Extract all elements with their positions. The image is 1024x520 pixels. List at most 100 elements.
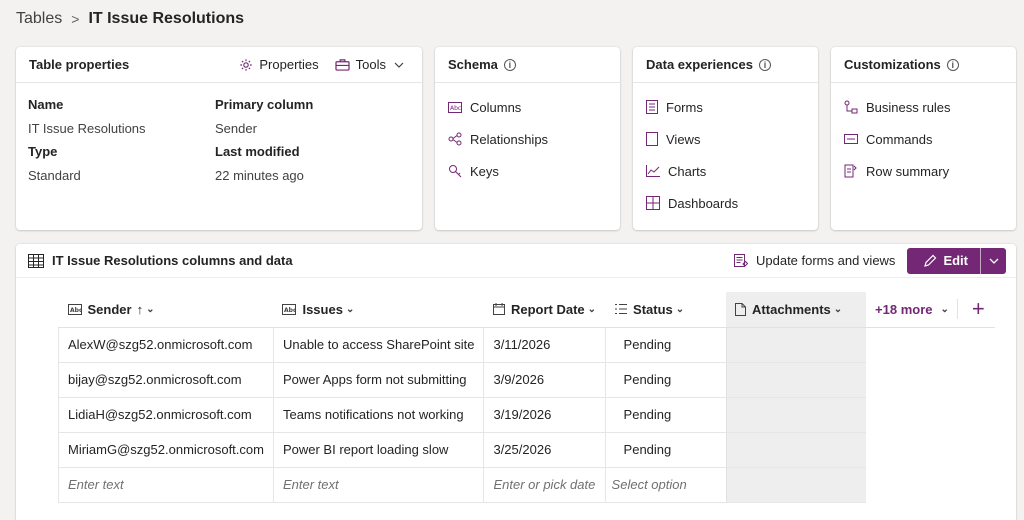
dashboards-link[interactable]: Dashboards — [646, 187, 818, 219]
tools-label: Tools — [355, 57, 386, 72]
new-row[interactable]: Enter text Enter text Enter or pick date… — [58, 467, 996, 503]
report-date-cell[interactable]: 3/11/2026 — [483, 327, 606, 363]
sender-new-input[interactable]: Enter text — [58, 467, 274, 503]
issues-cell[interactable]: Teams notifications not working — [272, 397, 484, 433]
breadcrumb-separator: > — [71, 11, 80, 27]
data-experiences-card: Data experiences i Forms Views Charts Da… — [633, 47, 818, 230]
update-forms-icon — [733, 253, 748, 267]
table-row[interactable]: AlexW@szg52.onmicrosoft.com Unable to ac… — [58, 327, 996, 363]
calendar-icon — [492, 303, 505, 316]
business-rules-link[interactable]: Business rules — [844, 91, 1016, 123]
charts-link[interactable]: Charts — [646, 155, 818, 187]
schema-columns-link[interactable]: Abc Columns — [448, 91, 620, 123]
sender-cell[interactable]: bijay@szg52.onmicrosoft.com — [58, 362, 274, 398]
table-row[interactable]: bijay@szg52.onmicrosoft.com Power Apps f… — [58, 362, 996, 398]
gear-icon — [240, 58, 253, 71]
update-forms-and-views-button[interactable]: Update forms and views — [733, 253, 896, 268]
chevron-down-icon: ⌄ — [833, 303, 843, 315]
form-icon — [646, 100, 658, 114]
column-header-sender-label: Sender — [87, 301, 132, 317]
status-cell[interactable]: Pending — [604, 432, 727, 468]
table-grid-icon — [28, 253, 44, 268]
type-value: Standard — [28, 168, 81, 183]
report-date-cell[interactable]: 3/9/2026 — [483, 362, 606, 398]
sender-cell[interactable]: LidiaH@szg52.onmicrosoft.com — [58, 397, 274, 433]
add-column-button[interactable]: + — [956, 298, 985, 320]
edit-label: Edit — [943, 253, 968, 268]
info-icon[interactable]: i — [503, 58, 516, 71]
commands-label: Commands — [866, 131, 933, 147]
schema-keys-link[interactable]: Keys — [448, 155, 620, 187]
table-row[interactable]: LidiaH@szg52.onmicrosoft.com Teams notif… — [58, 397, 996, 433]
attachments-cell[interactable] — [725, 327, 867, 363]
sender-cell[interactable]: AlexW@szg52.onmicrosoft.com — [58, 327, 274, 363]
tools-button[interactable]: Tools — [335, 57, 410, 72]
row-summary-label: Row summary — [866, 163, 950, 179]
issues-cell[interactable]: Power BI report loading slow — [272, 432, 484, 468]
business-rule-icon — [844, 100, 858, 114]
attachments-cell[interactable] — [725, 362, 867, 398]
row-summary-link[interactable]: Row summary — [844, 155, 1016, 187]
column-header-attachments[interactable]: Attachments ⌄ — [726, 292, 867, 328]
name-label: Name — [28, 97, 64, 112]
attachments-new-cell[interactable] — [725, 467, 867, 503]
chevron-down-icon — [989, 258, 998, 264]
chart-icon — [646, 165, 660, 177]
issues-cell[interactable]: Power Apps form not submitting — [272, 362, 484, 398]
text-field-icon: Abc — [448, 101, 462, 113]
report-date-new-input[interactable]: Enter or pick date — [483, 467, 606, 503]
more-columns-button[interactable]: +18 more — [875, 302, 932, 317]
column-header-status[interactable]: Status ⌄ — [605, 292, 727, 328]
data-grid: Abc Sender ↑ ⌄ Abc Issues ⌄ Report Date … — [58, 292, 996, 503]
row-summary-icon — [844, 164, 857, 178]
views-link[interactable]: Views — [646, 123, 818, 155]
edit-dropdown-button[interactable] — [980, 247, 1006, 274]
edit-button[interactable]: Edit — [907, 248, 980, 274]
column-header-issues[interactable]: Abc Issues ⌄ — [273, 292, 484, 328]
chevron-down-icon: ⌄ — [940, 303, 949, 315]
table-row[interactable]: MiriamG@szg52.onmicrosoft.com Power BI r… — [58, 432, 996, 468]
column-header-report-date-label: Report Date — [510, 301, 585, 317]
text-field-icon: Abc — [67, 303, 82, 315]
file-icon — [735, 302, 747, 316]
column-header-sender[interactable]: Abc Sender ↑ ⌄ — [58, 292, 274, 328]
primary-column-label: Primary column — [215, 97, 314, 112]
status-cell[interactable]: Pending — [604, 397, 727, 433]
info-icon[interactable]: i — [758, 58, 771, 71]
report-date-cell[interactable]: 3/19/2026 — [483, 397, 606, 433]
breadcrumb-tables-link[interactable]: Tables — [16, 10, 62, 28]
report-date-cell[interactable]: 3/25/2026 — [483, 432, 606, 468]
status-cell[interactable]: Pending — [604, 327, 727, 363]
relationships-icon — [448, 132, 462, 146]
commands-link[interactable]: Commands — [844, 123, 1016, 155]
data-experiences-header: Data experiences i — [633, 47, 818, 83]
schema-header: Schema i — [435, 47, 620, 83]
text-field-icon: Abc — [282, 303, 297, 315]
column-header-report-date[interactable]: Report Date ⌄ — [483, 292, 606, 328]
key-icon — [449, 165, 462, 178]
chevron-down-icon: ⌄ — [146, 303, 155, 315]
forms-link[interactable]: Forms — [646, 91, 818, 123]
type-label: Type — [28, 144, 58, 159]
chevron-down-icon: ⌄ — [675, 303, 685, 315]
issues-new-input[interactable]: Enter text — [272, 467, 484, 503]
info-icon[interactable]: i — [946, 58, 959, 71]
last-modified-value: 22 minutes ago — [215, 168, 304, 183]
attachments-cell[interactable] — [725, 397, 867, 433]
customizations-header: Customizations i — [831, 47, 1016, 83]
sender-cell[interactable]: MiriamG@szg52.onmicrosoft.com — [58, 432, 274, 468]
schema-relationships-link[interactable]: Relationships — [448, 123, 620, 155]
attachments-cell[interactable] — [725, 432, 867, 468]
more-columns-header: +18 more ⌄ + — [866, 292, 996, 328]
schema-columns-label: Columns — [470, 99, 522, 115]
toolbox-icon — [335, 59, 350, 71]
status-new-select[interactable]: Select option — [604, 467, 727, 503]
schema-title: Schema — [448, 57, 498, 72]
issues-cell[interactable]: Unable to access SharePoint site — [272, 327, 484, 363]
columns-and-data-title: IT Issue Resolutions columns and data — [52, 253, 293, 268]
properties-button[interactable]: Properties — [239, 57, 319, 72]
status-cell[interactable]: Pending — [604, 362, 727, 398]
business-rules-label: Business rules — [866, 99, 951, 115]
update-forms-and-views-label: Update forms and views — [755, 253, 896, 268]
column-header-attachments-label: Attachments — [752, 301, 831, 317]
